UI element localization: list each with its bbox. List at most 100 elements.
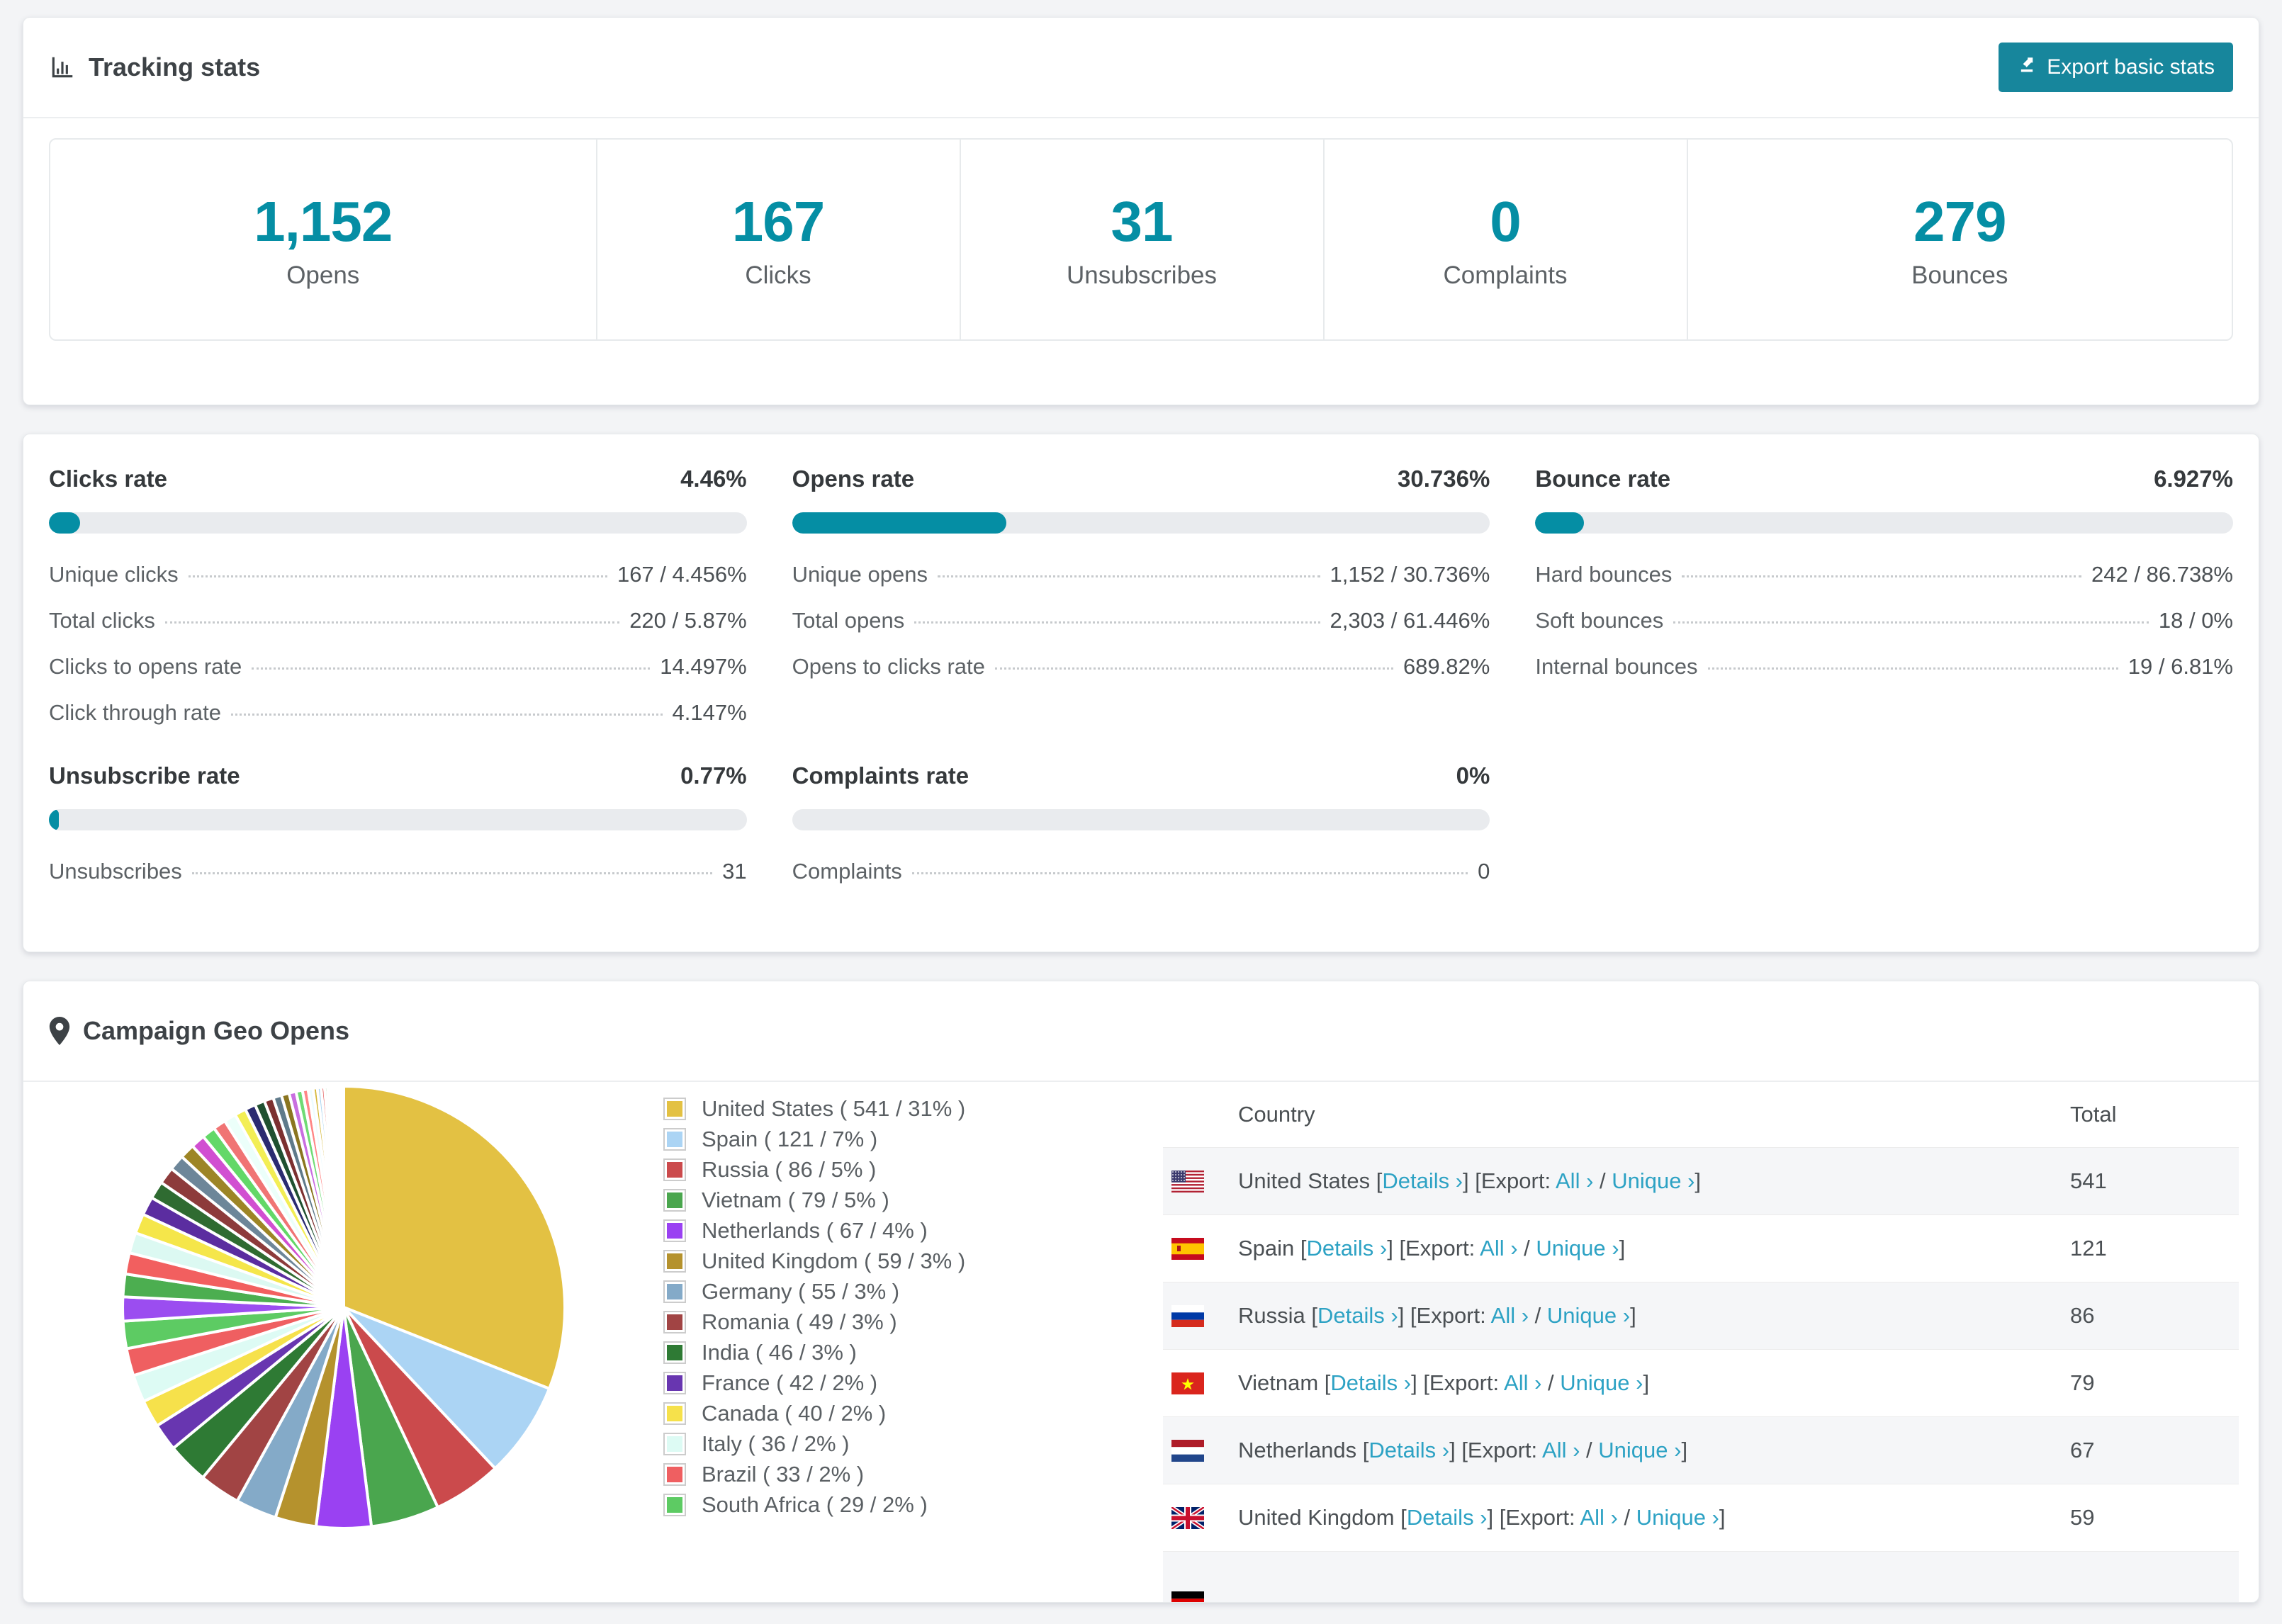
- geo-pie-chart[interactable]: [114, 1078, 573, 1537]
- unsubscribe-rate-value: 0.77%: [680, 762, 747, 789]
- table-row: Vietnam [Details ›] [Export: All › / Uni…: [1163, 1349, 2239, 1416]
- details-link[interactable]: Details ›: [1368, 1438, 1449, 1462]
- bounce-rate-panel: Bounce rate 6.927% Hard bounces 242 / 86…: [1535, 466, 2233, 726]
- table-row-partial: [1163, 1551, 2239, 1602]
- bounces-label: Bounces: [1911, 261, 2008, 289]
- unsubscribes-label: Unsubscribes: [1066, 261, 1218, 289]
- map-pin-icon: [49, 1017, 70, 1045]
- total-cell: 59: [2070, 1505, 2095, 1530]
- details-link[interactable]: Details ›: [1307, 1236, 1388, 1261]
- details-link[interactable]: Details ›: [1317, 1303, 1398, 1328]
- legend-label: Russia ( 86 / 5% ): [702, 1156, 877, 1182]
- dotted-leader: [230, 714, 663, 716]
- stat-row: Complaints 0: [792, 859, 1490, 884]
- legend-swatch: [663, 1310, 686, 1333]
- stat-row: Soft bounces 18 / 0%: [1535, 608, 2233, 633]
- export-unique-link[interactable]: Unique ›: [1636, 1505, 1719, 1530]
- rates-card: Clicks rate 4.46% Unique clicks 167 / 4.…: [23, 434, 2259, 952]
- table-row: Spain [Details ›] [Export: All › / Uniqu…: [1163, 1214, 2239, 1282]
- flag-nl-icon: [1171, 1439, 1204, 1462]
- clicks-label: Clicks: [745, 261, 811, 289]
- geo-title-text: Campaign Geo Opens: [83, 1016, 350, 1045]
- export-all-link[interactable]: All ›: [1542, 1438, 1580, 1462]
- geo-pie-legend: United States ( 541 / 31% ) Spain ( 121 …: [663, 1093, 965, 1520]
- dotted-leader: [1682, 575, 2082, 577]
- legend-swatch: [663, 1158, 686, 1181]
- legend-swatch: [663, 1219, 686, 1242]
- legend-label: Netherlands ( 67 / 4% ): [702, 1217, 928, 1243]
- legend-label: Vietnam ( 79 / 5% ): [702, 1187, 889, 1212]
- export-basic-stats-button[interactable]: Export basic stats: [1999, 43, 2233, 92]
- legend-item: Russia ( 86 / 5% ): [663, 1154, 965, 1185]
- export-unique-link[interactable]: Unique ›: [1598, 1438, 1681, 1462]
- complaints-rate-panel: Complaints rate 0% Complaints 0: [792, 762, 1490, 884]
- legend-label: Romania ( 49 / 3% ): [702, 1309, 897, 1334]
- export-unique-link[interactable]: Unique ›: [1612, 1168, 1694, 1193]
- clicks-rate-value: 4.46%: [680, 466, 747, 492]
- stat-row: Opens to clicks rate 689.82%: [792, 654, 1490, 679]
- stat-unsubscribes: 31 Unsubscribes: [959, 140, 1323, 339]
- clicks-rate-panel: Clicks rate 4.46% Unique clicks 167 / 4.…: [49, 466, 747, 726]
- dotted-leader: [914, 621, 1320, 624]
- total-cell: 67: [2070, 1438, 2095, 1462]
- dotted-leader: [911, 872, 1468, 874]
- campaign-geo-opens-card: Campaign Geo Opens United States ( 541 /…: [23, 981, 2259, 1603]
- export-all-link[interactable]: All ›: [1491, 1303, 1529, 1328]
- legend-item: Netherlands ( 67 / 4% ): [663, 1215, 965, 1246]
- dotted-leader: [188, 575, 607, 577]
- legend-label: Brazil ( 33 / 2% ): [702, 1461, 865, 1487]
- stat-bounces: 279 Bounces: [1686, 140, 2232, 339]
- legend-item: France ( 42 / 2% ): [663, 1368, 965, 1398]
- opens-count: 1,152: [254, 190, 393, 253]
- flag-es-icon: [1171, 1237, 1204, 1260]
- complaints-rate-title: Complaints rate: [792, 762, 969, 789]
- export-all-link[interactable]: All ›: [1480, 1236, 1517, 1261]
- details-link[interactable]: Details ›: [1407, 1505, 1488, 1530]
- dotted-leader: [252, 667, 651, 670]
- clicks-rate-title: Clicks rate: [49, 466, 167, 492]
- dotted-leader: [1673, 621, 2149, 624]
- complaints-rate-value: 0%: [1456, 762, 1490, 789]
- stat-row: Click through rate 4.147%: [49, 700, 747, 725]
- legend-item: South Africa ( 29 / 2% ): [663, 1489, 965, 1520]
- export-unique-link[interactable]: Unique ›: [1536, 1236, 1619, 1261]
- export-all-link[interactable]: All ›: [1580, 1505, 1617, 1530]
- country-cell: Netherlands [Details ›] [Export: All › /…: [1238, 1438, 1688, 1462]
- export-unique-link[interactable]: Unique ›: [1547, 1303, 1630, 1328]
- geo-country-table: Country Total United States [Details ›] …: [1163, 1082, 2239, 1602]
- stat-row: Hard bounces 242 / 86.738%: [1535, 562, 2233, 587]
- opens-rate-bar: [792, 512, 1490, 534]
- unsubscribe-rate-panel: Unsubscribe rate 0.77% Unsubscribes 31: [49, 762, 747, 884]
- unsubscribes-count: 31: [1111, 190, 1174, 253]
- flag-ru-icon: [1171, 1304, 1204, 1327]
- bounces-count: 279: [1913, 190, 2006, 253]
- table-row: Russia [Details ›] [Export: All › / Uniq…: [1163, 1282, 2239, 1349]
- legend-label: Canada ( 40 / 2% ): [702, 1400, 887, 1426]
- total-cell: 541: [2070, 1168, 2107, 1193]
- opens-rate-panel: Opens rate 30.736% Unique opens 1,152 / …: [792, 466, 1490, 726]
- country-cell: United States [Details ›] [Export: All ›…: [1238, 1168, 1702, 1193]
- legend-item: Romania ( 49 / 3% ): [663, 1307, 965, 1337]
- flag-de-icon: [1171, 1591, 1204, 1602]
- details-link[interactable]: Details ›: [1382, 1168, 1463, 1193]
- tracking-stats-header: Tracking stats Export basic stats: [23, 18, 2259, 118]
- legend-swatch: [663, 1462, 686, 1486]
- opens-label: Opens: [286, 261, 360, 289]
- unsubscribe-rate-title: Unsubscribe rate: [49, 762, 240, 789]
- flag-gb-icon: [1171, 1506, 1204, 1529]
- export-all-link[interactable]: All ›: [1556, 1168, 1593, 1193]
- opens-rate-value: 30.736%: [1398, 466, 1490, 492]
- country-column-header: Country: [1238, 1102, 1315, 1127]
- legend-label: Italy ( 36 / 2% ): [702, 1431, 850, 1456]
- legend-item: United States ( 541 / 31% ): [663, 1093, 965, 1124]
- stat-row: Clicks to opens rate 14.497%: [49, 654, 747, 679]
- details-link[interactable]: Details ›: [1330, 1370, 1411, 1395]
- stat-row: Unsubscribes 31: [49, 859, 747, 884]
- total-cell: 121: [2070, 1236, 2107, 1261]
- country-cell: United Kingdom [Details ›] [Export: All …: [1238, 1505, 1726, 1530]
- legend-label: South Africa ( 29 / 2% ): [702, 1492, 928, 1517]
- export-unique-link[interactable]: Unique ›: [1560, 1370, 1643, 1395]
- pie-slice: [342, 1084, 345, 1309]
- stat-opens: 1,152 Opens: [50, 140, 596, 339]
- export-all-link[interactable]: All ›: [1504, 1370, 1541, 1395]
